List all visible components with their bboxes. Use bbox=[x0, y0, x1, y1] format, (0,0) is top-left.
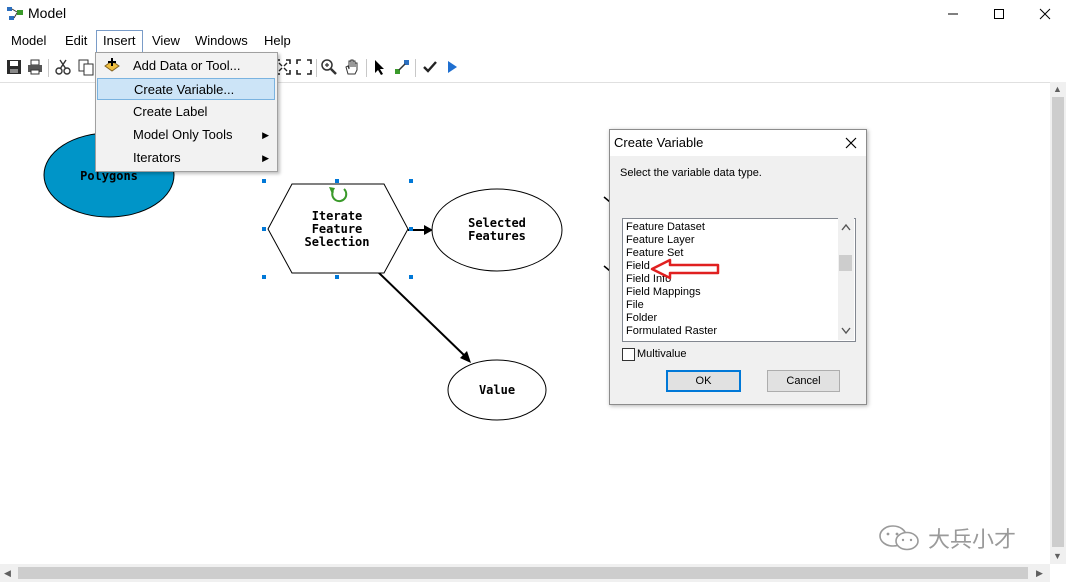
menu-item-model-only-tools[interactable]: Model Only Tools ▶ bbox=[97, 124, 275, 146]
maximize-icon bbox=[994, 9, 1004, 19]
connector-iterate-to-value bbox=[376, 270, 471, 363]
connect-icon[interactable] bbox=[393, 58, 411, 76]
menu-edit[interactable]: Edit bbox=[59, 30, 93, 52]
horizontal-scroll-thumb[interactable] bbox=[18, 567, 1028, 579]
window-title: Model bbox=[28, 5, 67, 21]
menu-help[interactable]: Help bbox=[258, 30, 297, 52]
list-item[interactable]: Feature Layer bbox=[626, 234, 694, 247]
menu-item-create-variable[interactable]: Create Variable... bbox=[97, 78, 275, 100]
dialog-title: Create Variable bbox=[614, 135, 704, 150]
vertical-scroll-thumb[interactable] bbox=[1052, 97, 1064, 547]
iterate-label-line1: Iterate bbox=[312, 209, 363, 223]
menu-item-label: Iterators bbox=[133, 150, 181, 165]
selected-features-label-line2: Features bbox=[468, 229, 526, 243]
iterate-label-line2: Feature bbox=[312, 222, 363, 236]
data-type-list[interactable]: Feature Dataset Feature Layer Feature Se… bbox=[622, 218, 856, 342]
list-item[interactable]: Field Mappings bbox=[626, 286, 701, 299]
full-extent-icon[interactable] bbox=[295, 58, 313, 76]
wechat-icon bbox=[879, 525, 919, 551]
toolbar-separator bbox=[316, 59, 317, 77]
close-icon bbox=[1039, 8, 1051, 20]
ok-button[interactable]: OK bbox=[666, 370, 741, 392]
list-item[interactable]: Feature Dataset bbox=[626, 221, 705, 234]
toolbar-separator bbox=[415, 59, 416, 77]
list-item[interactable]: Formulated Raster bbox=[626, 325, 717, 338]
list-scroll-thumb[interactable] bbox=[839, 255, 852, 271]
scroll-right-arrow-icon[interactable]: ▶ bbox=[1036, 568, 1043, 579]
red-pointer-arrow-icon bbox=[650, 258, 720, 280]
menu-item-label: Add Data or Tool... bbox=[133, 58, 241, 73]
menu-item-label: Model Only Tools bbox=[133, 127, 233, 142]
menu-model[interactable]: Model bbox=[5, 30, 52, 52]
save-icon[interactable] bbox=[5, 58, 23, 76]
submenu-arrow-icon: ▶ bbox=[262, 130, 269, 140]
run-icon[interactable] bbox=[443, 58, 461, 76]
dialog-prompt: Select the variable data type. bbox=[620, 167, 762, 179]
validate-icon[interactable] bbox=[421, 58, 439, 76]
watermark: 大兵小才 bbox=[878, 522, 1038, 553]
minimize-button[interactable] bbox=[930, 0, 976, 28]
cut-icon[interactable] bbox=[54, 58, 72, 76]
selected-features-label-line1: Selected bbox=[468, 216, 526, 230]
model-app-icon bbox=[6, 6, 24, 22]
menu-insert[interactable]: Insert bbox=[96, 30, 143, 54]
copy-icon[interactable] bbox=[77, 58, 95, 76]
multivalue-checkbox[interactable] bbox=[622, 348, 635, 361]
zoom-in-icon[interactable] bbox=[320, 58, 338, 76]
menu-item-label: Create Variable... bbox=[134, 82, 235, 97]
menu-view[interactable]: View bbox=[146, 30, 186, 52]
submenu-arrow-icon: ▶ bbox=[262, 153, 269, 163]
list-item[interactable]: Folder bbox=[626, 312, 657, 325]
list-item[interactable]: File bbox=[626, 299, 644, 312]
menu-bar: Model Edit Insert View Windows Help bbox=[0, 30, 1066, 54]
menu-windows[interactable]: Windows bbox=[189, 30, 254, 52]
menu-item-label: Create Label bbox=[133, 104, 208, 119]
print-icon[interactable] bbox=[26, 58, 44, 76]
close-button[interactable] bbox=[1022, 0, 1066, 28]
select-icon[interactable] bbox=[371, 58, 389, 76]
watermark-text: 大兵小才 bbox=[928, 528, 1017, 553]
menu-item-create-label[interactable]: Create Label bbox=[97, 101, 275, 123]
minimize-icon bbox=[948, 13, 958, 15]
scroll-left-arrow-icon[interactable]: ◀ bbox=[4, 568, 11, 579]
iterate-label-line3: Selection bbox=[304, 235, 369, 249]
close-icon bbox=[845, 137, 857, 149]
insert-dropdown-menu: Add Data or Tool... Create Variable... C… bbox=[95, 52, 278, 172]
scroll-up-arrow-icon[interactable]: ▲ bbox=[1053, 84, 1062, 94]
create-variable-dialog: Create Variable Select the variable data… bbox=[609, 129, 867, 405]
dialog-close-button[interactable] bbox=[842, 134, 860, 152]
list-item[interactable]: Field bbox=[626, 260, 650, 273]
title-bar bbox=[0, 0, 1066, 28]
menu-item-add-data-or-tool[interactable]: Add Data or Tool... bbox=[97, 55, 275, 77]
cancel-button[interactable]: Cancel bbox=[767, 370, 840, 392]
toolbar-separator bbox=[366, 59, 367, 77]
multivalue-label: Multivalue bbox=[637, 348, 687, 360]
maximize-button[interactable] bbox=[976, 0, 1022, 28]
scroll-down-arrow-icon[interactable]: ▼ bbox=[1053, 551, 1062, 561]
pan-icon[interactable] bbox=[343, 58, 361, 76]
value-label: Value bbox=[479, 383, 515, 397]
menu-item-iterators[interactable]: Iterators ▶ bbox=[97, 147, 275, 169]
toolbar-separator bbox=[48, 59, 49, 77]
list-scrollbar[interactable] bbox=[838, 218, 854, 340]
